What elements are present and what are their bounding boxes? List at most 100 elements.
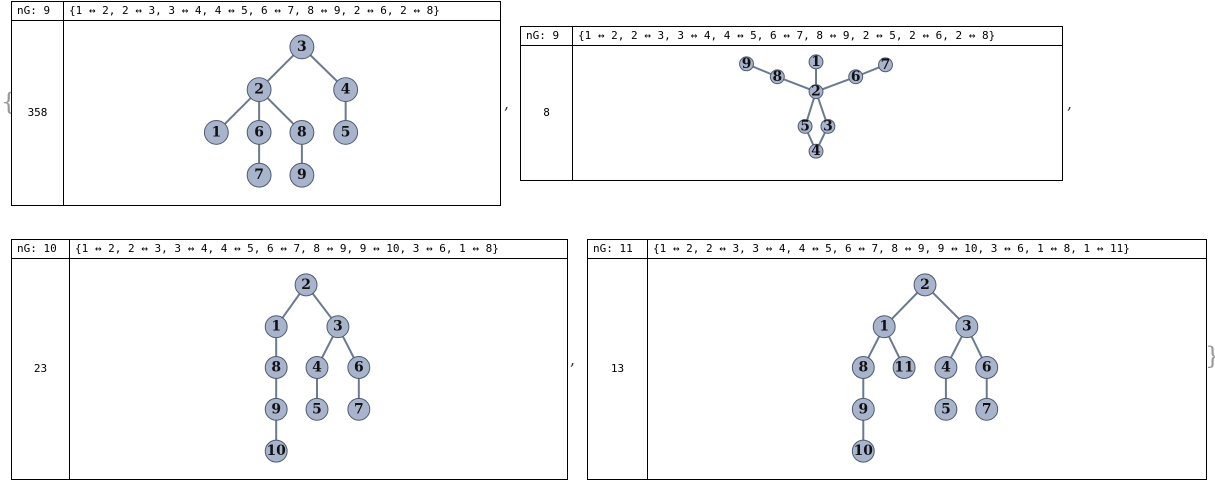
vertex-label: 8 — [297, 124, 307, 140]
graph-vertex-3: 3 — [326, 315, 350, 339]
graph-vertex-11: 11 — [892, 356, 916, 379]
count-value: 13 — [610, 362, 625, 375]
graph-vertex-4: 4 — [934, 356, 958, 379]
vertex-label: 2 — [811, 84, 821, 100]
vertex-count-label: nG: 9 — [521, 27, 573, 45]
graph-vertex-2: 2 — [246, 77, 272, 103]
graph-drawing: 1 2 345 6 7 8 9 — [573, 45, 1062, 180]
vertex-count-label: nG: 9 — [12, 2, 64, 20]
vertex-label: 1 — [212, 124, 222, 140]
count-cell: 8 — [521, 45, 573, 180]
graph-vertex-1: 1 — [872, 315, 896, 339]
count-cell: 23 — [12, 258, 70, 479]
graph-panel-2: nG: 9 {1 ↔ 2, 2 ↔ 3, 3 ↔ 4, 4 ↔ 5, 6 ↔ 7… — [520, 26, 1063, 181]
graph-vertex-2: 2 — [808, 84, 824, 100]
vertex-label: 6 — [982, 360, 992, 376]
separator-comma: , — [570, 350, 576, 369]
vertex-label: 3 — [823, 118, 833, 134]
edge-list: {1 ↔ 2, 2 ↔ 3, 3 ↔ 4, 4 ↔ 5, 6 ↔ 7, 8 ↔ … — [69, 4, 440, 17]
vertex-label: 6 — [851, 69, 861, 85]
count-value: 8 — [543, 106, 550, 119]
graph-vertex-7: 7 — [975, 397, 999, 421]
panel-header: nG: 9 {1 ↔ 2, 2 ↔ 3, 3 ↔ 4, 4 ↔ 5, 6 ↔ 7… — [12, 2, 500, 21]
edge-list: {1 ↔ 2, 2 ↔ 3, 3 ↔ 4, 4 ↔ 5, 6 ↔ 7, 8 ↔ … — [578, 29, 996, 42]
vertex-label: 7 — [354, 401, 364, 417]
graph-vertex-5: 5 — [797, 118, 813, 134]
graph-vertex-10: 10 — [851, 439, 875, 463]
graph-vertex-8: 8 — [851, 356, 875, 379]
graph-panel-1: nG: 9 {1 ↔ 2, 2 ↔ 3, 3 ↔ 4, 4 ↔ 5, 6 ↔ 7… — [11, 1, 501, 206]
graph-vertex-4: 4 — [808, 143, 824, 159]
graph-vertex-1: 1 — [264, 315, 288, 339]
vertex-label: 9 — [271, 401, 281, 417]
graph-svg: 1 2 3 4 5 6 7 8 9 10 — [264, 273, 371, 463]
graph-svg: 1 2 3 4 5 6 7 8 9 10 11 — [851, 273, 999, 463]
graph-vertex-2: 2 — [913, 273, 937, 297]
graph-vertex-7: 7 — [878, 57, 893, 73]
vertex-label: 5 — [941, 401, 951, 417]
vertex-label: 3 — [297, 39, 307, 55]
count-value: 358 — [27, 106, 48, 119]
graph-vertex-5: 5 — [333, 119, 359, 145]
vertex-label: 10 — [854, 443, 874, 459]
graph-panel-3: nG: 10 {1 ↔ 2, 2 ↔ 3, 3 ↔ 4, 4 ↔ 5, 6 ↔ … — [11, 239, 568, 480]
graph-vertex-4: 4 — [333, 77, 359, 103]
separator-comma: , — [1067, 94, 1073, 113]
graph-vertex-8: 8 — [264, 356, 288, 379]
vertex-label: 5 — [341, 124, 351, 140]
graph-svg: 1 2 345 6 7 8 9 — [739, 54, 893, 159]
graph-drawing: 1 2 3 4 5 6 7 8 9 10 11 — [648, 258, 1206, 479]
edge-list: {1 ↔ 2, 2 ↔ 3, 3 ↔ 4, 4 ↔ 5, 6 ↔ 7, 8 ↔ … — [653, 242, 1130, 255]
vertex-label: 1 — [879, 319, 889, 335]
vertex-label: 4 — [312, 360, 322, 376]
graph-vertex-1: 1 — [808, 54, 824, 70]
graph-vertex-5: 5 — [934, 397, 958, 421]
vertex-label: 10 — [267, 443, 287, 459]
graph-vertex-6: 6 — [246, 119, 272, 145]
outer-close-brace: } — [1205, 342, 1215, 370]
vertex-label: 7 — [881, 57, 891, 73]
graph-vertex-4: 4 — [305, 356, 329, 379]
graph-vertex-5: 5 — [305, 397, 329, 421]
vertex-label: 7 — [982, 401, 992, 417]
graph-vertex-3: 3 — [289, 34, 315, 60]
vertex-count-label: nG: 10 — [12, 240, 70, 258]
graph-vertex-2: 2 — [294, 273, 318, 297]
vertex-label: 1 — [271, 319, 281, 335]
panel-header: nG: 10 {1 ↔ 2, 2 ↔ 3, 3 ↔ 4, 4 ↔ 5, 6 ↔ … — [12, 240, 567, 259]
vertex-label: 5 — [312, 401, 322, 417]
vertex-label: 1 — [811, 54, 821, 70]
vertex-label: 11 — [894, 360, 913, 376]
vertex-label: 4 — [811, 143, 821, 159]
graph-panel-4: nG: 11 {1 ↔ 2, 2 ↔ 3, 3 ↔ 4, 4 ↔ 5, 6 ↔ … — [587, 239, 1207, 480]
graph-drawing: 1 2 3 4 5 6 7 8 9 10 — [70, 258, 567, 479]
vertex-label: 6 — [354, 360, 364, 376]
count-cell: 13 — [588, 258, 648, 479]
vertex-label: 8 — [271, 360, 281, 376]
separator-comma: , — [504, 94, 510, 113]
panel-header: nG: 11 {1 ↔ 2, 2 ↔ 3, 3 ↔ 4, 4 ↔ 5, 6 ↔ … — [588, 240, 1206, 259]
vertex-label: 2 — [254, 82, 264, 98]
vertex-label: 8 — [772, 69, 782, 85]
graph-vertex-6: 6 — [975, 356, 999, 379]
graph-svg: 123456789 — [203, 34, 359, 188]
vertex-label: 2 — [301, 277, 311, 293]
vertex-label: 9 — [858, 401, 868, 417]
vertex-label: 3 — [333, 319, 343, 335]
count-value: 23 — [33, 362, 48, 375]
vertex-label: 9 — [742, 56, 752, 72]
graph-vertex-6: 6 — [848, 69, 864, 85]
graph-vertex-3: 3 — [820, 118, 836, 134]
graph-vertex-9: 9 — [264, 397, 288, 421]
graph-vertex-8: 8 — [769, 69, 785, 85]
graph-vertex-7: 7 — [347, 397, 371, 421]
vertex-label: 9 — [297, 167, 307, 183]
graph-vertex-6: 6 — [347, 356, 371, 379]
graph-vertex-3: 3 — [955, 315, 979, 339]
edge-list: {1 ↔ 2, 2 ↔ 3, 3 ↔ 4, 4 ↔ 5, 6 ↔ 7, 8 ↔ … — [75, 242, 499, 255]
vertex-label: 5 — [800, 118, 810, 134]
graph-vertex-8: 8 — [289, 119, 315, 145]
graph-drawing: 123456789 — [64, 20, 500, 205]
vertex-label: 6 — [254, 124, 264, 140]
graph-vertex-9: 9 — [851, 397, 875, 421]
